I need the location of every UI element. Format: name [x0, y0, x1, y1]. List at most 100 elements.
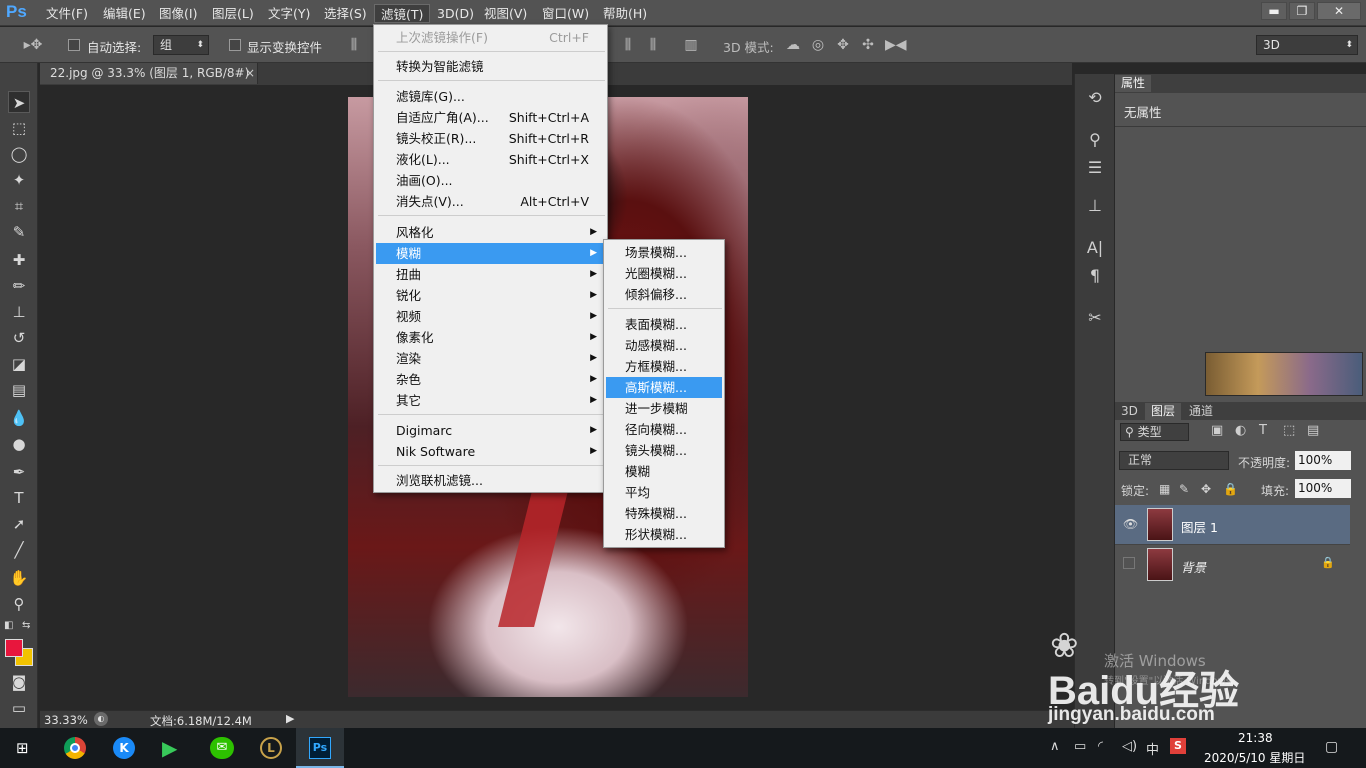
menu-item-liquify[interactable]: 液化(L)... Shift+Ctrl+X — [376, 149, 605, 170]
lock-position-icon[interactable]: ✥ — [1201, 482, 1211, 496]
zoom-level[interactable]: 33.33% — [44, 713, 88, 727]
layer-row-background[interactable]: 背景 🔒 — [1115, 544, 1350, 583]
submenu-item-lens-blur[interactable]: 镜头模糊... — [606, 440, 722, 461]
quick-mask-icon[interactable]: ◙ — [8, 671, 30, 693]
move-tool-preset-icon[interactable]: ▸✥ — [22, 37, 44, 53]
eraser-tool-icon[interactable]: ◪ — [8, 353, 30, 375]
menu-item-digimarc[interactable]: Digimarc ▶ — [376, 420, 605, 441]
menu-item-pixelate[interactable]: 像素化 ▶ — [376, 327, 605, 348]
tray-sogou-icon[interactable]: S — [1170, 738, 1186, 754]
submenu-item-surface-blur[interactable]: 表面模糊... — [606, 314, 722, 335]
taskbar-photoshop[interactable]: Ps — [296, 728, 344, 768]
submenu-item-shape-blur[interactable]: 形状模糊... — [606, 524, 722, 545]
submenu-item-blur-more[interactable]: 进一步模糊 — [606, 398, 722, 419]
auto-select-dropdown[interactable]: 组 ⬍ — [153, 35, 209, 55]
align-top-icon[interactable]: ⫼ — [346, 37, 362, 53]
3d-roll-icon[interactable]: ◎ — [810, 37, 826, 53]
filter-smart-object-icon[interactable]: ▤ — [1307, 423, 1319, 438]
tray-ime[interactable]: 中 — [1146, 739, 1159, 758]
tray-device-icon[interactable]: ▭ — [1074, 739, 1086, 754]
foreground-color-swatch[interactable] — [5, 639, 23, 657]
swap-colors-icon[interactable]: ⇆ — [22, 620, 30, 631]
menu-file[interactable]: 文件(F) — [40, 4, 94, 23]
visibility-toggle[interactable] — [1123, 557, 1135, 569]
line-tool-icon[interactable]: ╱ — [8, 539, 30, 561]
submenu-item-smart-blur[interactable]: 特殊模糊... — [606, 503, 722, 524]
submenu-item-gaussian-blur[interactable]: 高斯模糊... — [606, 377, 722, 398]
taskbar-video-player[interactable]: ▶ — [148, 728, 196, 768]
submenu-item-box-blur[interactable]: 方框模糊... — [606, 356, 722, 377]
tab-layers[interactable]: 图层 — [1145, 403, 1182, 420]
screen-mode-icon[interactable]: ▭ — [8, 697, 30, 719]
clone-source-panel-icon[interactable]: ⊥ — [1083, 194, 1107, 218]
layer-row-layer1[interactable]: 👁 图层 1 — [1115, 505, 1350, 544]
menu-item-distort[interactable]: 扭曲 ▶ — [376, 264, 605, 285]
tab-channels[interactable]: 通道 — [1183, 403, 1219, 420]
restore-button[interactable]: ❐ — [1289, 2, 1315, 20]
layer-filter-dropdown[interactable]: ⚲ 类型 — [1120, 423, 1189, 441]
healing-brush-tool-icon[interactable]: ✚ — [8, 249, 30, 271]
menu-item-other[interactable]: 其它 ▶ — [376, 390, 605, 411]
tab-3d[interactable]: 3D — [1115, 403, 1144, 420]
distribute-right-icon[interactable]: ⫼ — [645, 37, 661, 53]
menu-item-adaptive-wide-angle[interactable]: 自适应广角(A)... Shift+Ctrl+A — [376, 107, 605, 128]
auto-select-checkbox[interactable] — [68, 39, 80, 51]
menu-item-stylize[interactable]: 风格化 ▶ — [376, 222, 605, 243]
clock-date[interactable]: 2020/5/10 星期日 — [1204, 749, 1305, 766]
dodge-tool-icon[interactable]: ● — [8, 433, 30, 455]
history-panel-icon[interactable]: ⟲ — [1083, 86, 1107, 110]
submenu-item-average[interactable]: 平均 — [606, 482, 722, 503]
tray-expand-icon[interactable]: ∧ — [1050, 739, 1060, 754]
menu-window[interactable]: 窗口(W) — [536, 4, 595, 23]
show-transform-checkbox[interactable] — [229, 39, 241, 51]
lock-all-icon[interactable]: 🔒 — [1223, 482, 1238, 496]
tray-volume-icon[interactable]: ◁) — [1122, 739, 1137, 754]
taskbar-wechat[interactable]: ✉ — [197, 728, 245, 768]
document-tab[interactable]: 22.jpg @ 33.3% (图层 1, RGB/8#) * — [40, 63, 258, 101]
taskbar-chrome[interactable] — [50, 728, 98, 768]
menu-help[interactable]: 帮助(H) — [597, 4, 653, 23]
menu-item-render[interactable]: 渲染 ▶ — [376, 348, 605, 369]
3d-pan-icon[interactable]: ✥ — [835, 37, 851, 53]
blur-tool-icon[interactable]: 💧 — [8, 407, 30, 429]
auto-align-icon[interactable]: ▥ — [683, 37, 699, 53]
workspace-dropdown[interactable]: 3D ⬍ — [1256, 35, 1358, 55]
menu-image[interactable]: 图像(I) — [153, 4, 203, 23]
blend-mode-dropdown[interactable]: 正常 — [1119, 451, 1229, 470]
menu-item-noise[interactable]: 杂色 ▶ — [376, 369, 605, 390]
magic-wand-tool-icon[interactable]: ✦ — [8, 169, 30, 191]
paragraph-panel-icon[interactable]: ¶ — [1083, 264, 1107, 288]
start-button[interactable]: ⊞ — [0, 728, 48, 768]
character-panel-icon[interactable]: A| — [1083, 236, 1107, 260]
submenu-item-radial-blur[interactable]: 径向模糊... — [606, 419, 722, 440]
menu-item-filter-gallery[interactable]: 滤镜库(G)... — [376, 86, 605, 107]
menu-item-vanishing-point[interactable]: 消失点(V)... Alt+Ctrl+V — [376, 191, 605, 212]
status-menu-arrow-icon[interactable]: ▶ — [286, 712, 294, 725]
menu-item-oil-paint[interactable]: 油画(O)... — [376, 170, 605, 191]
taskbar-kugou[interactable]: K — [99, 728, 147, 768]
submenu-item-tilt-shift[interactable]: 倾斜偏移... — [606, 284, 722, 305]
filter-pixel-icon[interactable]: ▣ — [1211, 423, 1223, 438]
lasso-tool-icon[interactable]: ◯ — [8, 143, 30, 165]
adjustments-panel-icon[interactable]: ☰ — [1083, 156, 1107, 180]
menu-item-convert-smart-filter[interactable]: 转换为智能滤镜 — [376, 56, 605, 77]
menu-filter[interactable]: 滤镜(T) — [374, 4, 431, 23]
3d-rotate-icon[interactable]: ☁ — [785, 37, 801, 53]
menu-item-video[interactable]: 视频 ▶ — [376, 306, 605, 327]
menu-layer[interactable]: 图层(L) — [206, 4, 260, 23]
menu-edit[interactable]: 编辑(E) — [97, 4, 152, 23]
tray-network-icon[interactable]: ◜ — [1098, 739, 1103, 754]
action-center-icon[interactable]: ▢ — [1325, 739, 1338, 755]
history-brush-tool-icon[interactable]: ↺ — [8, 327, 30, 349]
lock-image-icon[interactable]: ✎ — [1179, 482, 1189, 496]
submenu-item-motion-blur[interactable]: 动感模糊... — [606, 335, 722, 356]
brush-tool-icon[interactable]: ✏ — [8, 275, 30, 297]
hand-tool-icon[interactable]: ✋ — [8, 567, 30, 589]
submenu-item-blur[interactable]: 模糊 — [606, 461, 722, 482]
minimize-button[interactable]: ▬ — [1261, 2, 1287, 20]
crop-tool-icon[interactable]: ⌗ — [8, 195, 30, 217]
filter-shape-icon[interactable]: ⬚ — [1283, 423, 1295, 438]
menu-item-nik-software[interactable]: Nik Software ▶ — [376, 441, 605, 462]
path-selection-tool-icon[interactable]: ➚ — [8, 513, 30, 535]
move-tool-icon[interactable]: ➤ — [8, 91, 30, 113]
